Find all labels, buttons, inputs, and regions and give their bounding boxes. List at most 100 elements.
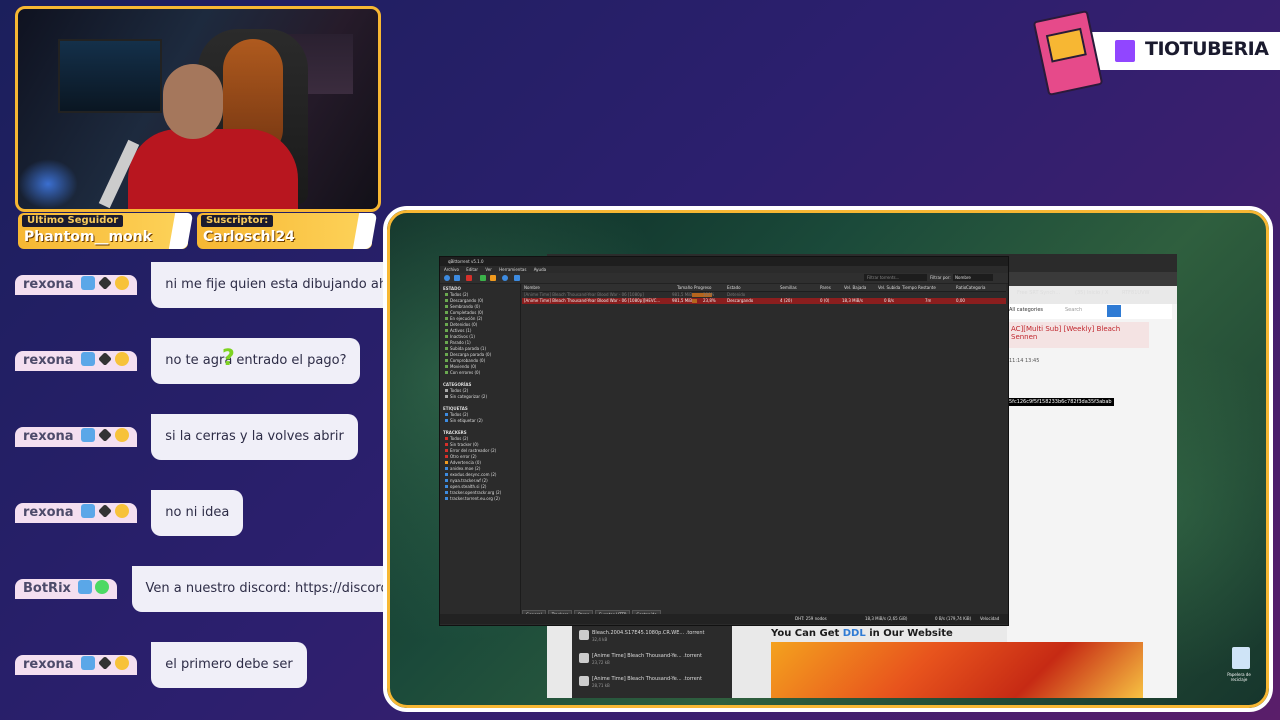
sidebar-item[interactable]: open.stealth.si (2) <box>445 484 486 489</box>
sidebar-item[interactable]: Sin etiquetar (2) <box>445 418 483 423</box>
col-progress[interactable]: Progreso <box>694 284 711 291</box>
add-torrent-icon[interactable] <box>444 275 450 281</box>
col-seeds[interactable]: Semillas <box>780 284 797 291</box>
sidebar-item[interactable]: Todos (2) <box>445 388 468 393</box>
recycle-bin-icon[interactable] <box>1232 647 1250 669</box>
col-size[interactable]: Tamaño <box>677 284 693 291</box>
sidebar-item[interactable]: Descargando (0) <box>445 298 483 303</box>
bookmark-item[interactable]: RTF81UVW <box>1122 290 1149 296</box>
file-icon <box>579 653 589 663</box>
col-down[interactable]: Vel. Bajada <box>844 284 866 291</box>
filter-label: Filtrar por: <box>930 275 951 280</box>
delete-icon[interactable] <box>466 275 472 281</box>
download-size: 32,4 kB <box>592 637 608 642</box>
sidebar-item[interactable]: Todos (2) <box>445 436 468 441</box>
col-category[interactable]: Categoría <box>966 284 985 291</box>
col-status[interactable]: Estado <box>727 284 741 291</box>
verified-icon <box>95 580 110 594</box>
trackers-header: TRACKERS <box>443 430 467 435</box>
torrent-row[interactable]: [Anime Time] Bleach Thousand-Year Blood … <box>522 298 1006 304</box>
download-total: 18,3 MiB/s (2,65 GiB) <box>865 616 908 621</box>
sidebar-item[interactable]: Todos (2) <box>445 292 468 297</box>
start-icon[interactable] <box>480 275 486 281</box>
sidebar-item[interactable]: Completados (0) <box>445 310 483 315</box>
sidebar-item[interactable]: tracker.torrent.eu.org (2) <box>445 496 500 501</box>
col-ratio[interactable]: Ratio <box>956 284 966 291</box>
download-item[interactable]: Bleach.2004.S17E45.1080p.CR.WE... .torre… <box>592 630 704 636</box>
sidebar-item[interactable]: Sin tracker (0) <box>445 442 479 447</box>
status-header: ESTADO <box>443 286 461 291</box>
sidebar-item[interactable]: Sin categorizar (2) <box>445 394 487 399</box>
sidebar-item[interactable]: En ejecución (2) <box>445 316 482 321</box>
download-size: 28,71 kB <box>592 683 610 688</box>
sidebar-item[interactable]: Otro error (2) <box>445 454 477 459</box>
last-follower-badge: Ultimo Seguidor Phantom__monk <box>18 213 194 249</box>
badge-icon <box>81 352 96 366</box>
chat-username: rexona <box>23 505 74 520</box>
ddl-prefix: You Can Get <box>771 628 840 639</box>
chat-message: rexona ni me fije quien esta dibujando a… <box>15 262 423 308</box>
sidebar-item[interactable]: Todos (2) <box>445 412 468 417</box>
chat-text: ni me fije quien esta dibujando ahora <box>151 262 423 308</box>
coin-icon <box>115 276 130 290</box>
sidebar-item[interactable]: Detenidos (0) <box>445 322 477 327</box>
sidebar-item[interactable]: Advertencia (0) <box>445 460 481 465</box>
subscriber-label: Suscriptor: <box>201 215 274 227</box>
menu-view[interactable]: Ver <box>485 267 492 272</box>
qbittorrent-window: qBittorrent v5.1.0 Archivo Editar Ver He… <box>439 256 1009 626</box>
sidebar-item[interactable]: anidex.moe (2) <box>445 466 480 471</box>
download-item[interactable]: [Anime Time] Bleach Thousand-Ye... .torr… <box>592 653 702 659</box>
sidebar-item[interactable]: Parado (1) <box>445 340 471 345</box>
category-select[interactable]: All categories <box>1009 307 1043 313</box>
menu-tools[interactable]: Herramientas <box>499 267 526 272</box>
bookmark-item[interactable]: Free SRT Synch... <box>1017 290 1060 296</box>
add-link-icon[interactable] <box>454 275 460 281</box>
col-eta[interactable]: Tiempo Restante <box>902 284 936 291</box>
sidebar-item[interactable]: nyaa.tracker.wf (2) <box>445 478 488 483</box>
col-name[interactable]: Nombre <box>524 284 540 291</box>
arcade-logo-icon <box>1032 10 1104 96</box>
col-up[interactable]: Vel. Subida <box>878 284 900 291</box>
pause-icon[interactable] <box>490 275 496 281</box>
webcam-feed <box>15 6 381 212</box>
chat-message: rexona si la cerras y la volves abrir <box>15 414 358 460</box>
filter-input[interactable]: Filtrar torrents... <box>864 274 927 281</box>
sidebar-item[interactable]: Comprobando (0) <box>445 358 485 363</box>
chat-username: rexona <box>23 429 74 444</box>
site-search-bar: All categories Search <box>1007 304 1172 319</box>
last-follower-label: Ultimo Seguidor <box>22 215 124 227</box>
speed-toggle[interactable]: Velocidad <box>980 614 999 624</box>
filter-select[interactable]: Nombre <box>953 274 993 281</box>
sidebar-item[interactable]: Activos (1) <box>445 328 471 333</box>
sidebar-item[interactable]: Sembrando (0) <box>445 304 480 309</box>
menu-edit[interactable]: Editar <box>466 267 478 272</box>
sidebar-item[interactable]: Moviendo (0) <box>445 364 476 369</box>
torrent-eta: 7m <box>925 298 932 303</box>
search-icon[interactable] <box>1107 305 1121 317</box>
sidebar-item[interactable]: exodus.desync.com (2) <box>445 472 496 477</box>
torrent-name: [Anime Time] Bleach Thousand-Year Blood … <box>524 298 661 303</box>
menu-help[interactable]: Ayuda <box>534 267 546 272</box>
ddl-link[interactable]: DDL <box>843 628 866 639</box>
torrent-size: 981,5 MiB <box>672 298 693 303</box>
sidebar-item[interactable]: Inactivos (1) <box>445 334 475 339</box>
torrent-up-speed: 0 B/s <box>884 298 894 303</box>
sidebar-item[interactable]: Subida parada (1) <box>445 346 486 351</box>
sidebar-item[interactable]: Error del rastreador (2) <box>445 448 496 453</box>
bookmark-item[interactable]: (35) Inicio / X <box>1075 290 1108 296</box>
site-search-input[interactable]: Search <box>1065 307 1082 313</box>
menu-file[interactable]: Archivo <box>444 267 459 272</box>
menu-bar: Archivo Editar Ver Herramientas Ayuda <box>440 266 1008 273</box>
column-header-row: Nombre Tamaño Progreso Estado Semillas P… <box>522 284 1006 292</box>
sidebar-item[interactable]: Descarga parada (0) <box>445 352 491 357</box>
chat-message: rexona no ni idea <box>15 490 244 536</box>
file-icon <box>579 630 589 640</box>
sidebar-item[interactable]: tracker.opentrackr.org (2) <box>445 490 501 495</box>
search-engine-icon[interactable] <box>502 275 508 281</box>
sidebar-item[interactable]: Con errores (0) <box>445 370 480 375</box>
col-peers[interactable]: Pares <box>820 284 831 291</box>
settings-icon[interactable] <box>514 275 520 281</box>
download-item[interactable]: [Anime Time] Bleach Thousand-Ye... .torr… <box>592 676 702 682</box>
chat-text: no ni idea <box>151 490 244 536</box>
progress-bar <box>692 299 697 303</box>
